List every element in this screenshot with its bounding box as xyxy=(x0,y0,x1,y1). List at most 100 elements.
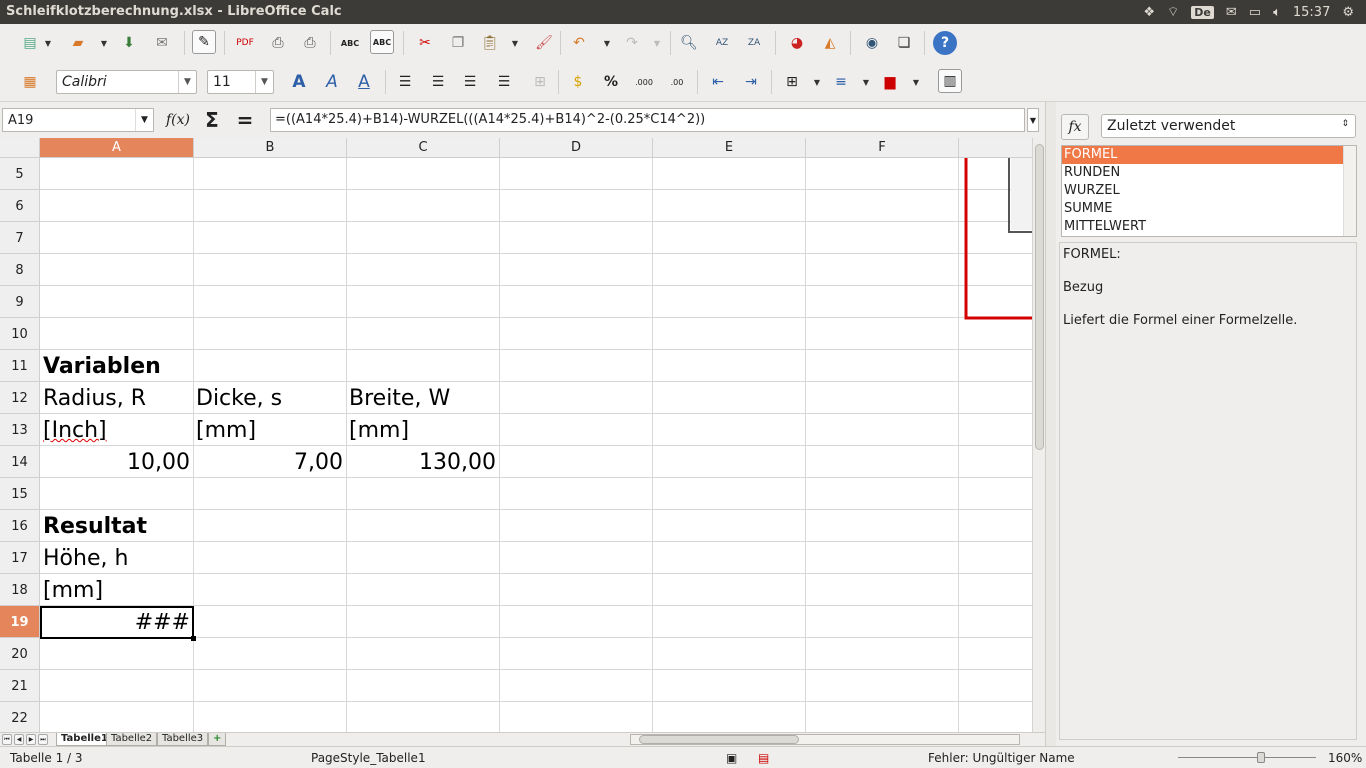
cell-a17[interactable]: Höhe, h xyxy=(40,542,131,574)
number-format-icon[interactable]: .000 xyxy=(632,70,656,94)
find-replace-icon[interactable]: 🔍︎ xyxy=(677,31,701,55)
sum-icon[interactable]: Σ xyxy=(200,108,224,132)
cell-b14[interactable]: 7,00 xyxy=(193,446,346,478)
document-modified-icon[interactable]: ▤ xyxy=(758,751,769,765)
clone-formatting-icon[interactable]: 🖌︎ xyxy=(532,31,556,55)
font-name-combobox[interactable]: Calibri ▼ xyxy=(56,70,197,94)
copy-icon[interactable]: ❐ xyxy=(446,31,470,55)
function-list-item[interactable]: SUMME xyxy=(1062,200,1356,218)
new-dropdown-icon[interactable]: ▼ xyxy=(44,31,52,55)
insert-function-button[interactable]: fx xyxy=(1061,114,1089,140)
undo-icon[interactable]: ↶ xyxy=(567,31,591,55)
line-style-icon[interactable]: ≡ xyxy=(829,70,853,94)
row-header[interactable]: 14 xyxy=(0,446,40,478)
help-icon[interactable]: ? xyxy=(933,31,957,55)
paste-icon[interactable]: 📋︎ xyxy=(478,31,502,55)
last-sheet-icon[interactable]: ⏭ xyxy=(38,734,48,745)
row-header[interactable]: 15 xyxy=(0,478,40,510)
sheet-tab[interactable]: Tabelle1 xyxy=(56,733,113,746)
borders-dropdown-icon[interactable]: ▼ xyxy=(813,70,821,94)
italic-icon[interactable]: A xyxy=(320,70,344,94)
cell-b13[interactable]: [mm] xyxy=(193,414,259,446)
cell-a14[interactable]: 10,00 xyxy=(40,446,193,478)
wifi-icon[interactable]: ⌔ xyxy=(1167,4,1179,20)
sheet-tab[interactable]: Tabelle2 xyxy=(106,733,158,746)
add-decimal-icon[interactable]: .00 xyxy=(665,70,689,94)
bold-icon[interactable]: A xyxy=(287,70,311,94)
select-all-corner[interactable] xyxy=(0,138,40,158)
row-header[interactable]: 20 xyxy=(0,638,40,670)
styles-icon[interactable]: ▦ xyxy=(18,70,42,94)
export-pdf-icon[interactable]: PDF xyxy=(233,31,257,55)
horizontal-scrollbar[interactable] xyxy=(630,734,1020,745)
page-style[interactable]: PageStyle_Tabelle1 xyxy=(311,751,426,765)
column-header-f[interactable]: F xyxy=(806,138,959,158)
keyboard-layout-indicator[interactable]: De xyxy=(1191,5,1214,19)
email-icon[interactable]: ✉ xyxy=(150,31,174,55)
decrease-indent-icon[interactable]: ⇤ xyxy=(706,70,730,94)
justify-icon[interactable]: ☰ xyxy=(492,70,516,94)
increase-indent-icon[interactable]: ⇥ xyxy=(739,70,763,94)
mail-icon[interactable]: ✉ xyxy=(1226,5,1237,20)
sheet-tab[interactable]: Tabelle3 xyxy=(157,733,209,746)
vertical-scrollbar[interactable] xyxy=(1032,138,1045,732)
row-header[interactable]: 22 xyxy=(0,702,40,732)
gallery-icon[interactable]: ❏ xyxy=(892,31,916,55)
cell-b12[interactable]: Dicke, s xyxy=(193,382,285,414)
row-header[interactable]: 21 xyxy=(0,670,40,702)
function-list-item[interactable]: FORMEL xyxy=(1062,146,1356,164)
column-header-d[interactable]: D xyxy=(500,138,653,158)
sort-descending-icon[interactable]: ZA xyxy=(742,31,766,55)
row-header[interactable]: 12 xyxy=(0,382,40,414)
insert-chart-icon[interactable]: ◕ xyxy=(785,31,809,55)
zoom-slider[interactable] xyxy=(1178,757,1316,758)
zoom-level[interactable]: 160% xyxy=(1328,751,1362,765)
formula-input[interactable]: =((A14*25.4)+B14)-WURZEL(((A14*25.4)+B14… xyxy=(270,108,1025,132)
chevron-down-icon[interactable]: ▼ xyxy=(255,71,273,93)
row-header[interactable]: 9 xyxy=(0,286,40,318)
cell-a18[interactable]: [mm] xyxy=(40,574,106,606)
align-center-icon[interactable]: ☰ xyxy=(426,70,450,94)
sidebar-splitter[interactable] xyxy=(1046,102,1056,746)
cell-c13[interactable]: [mm] xyxy=(346,414,412,446)
align-left-icon[interactable]: ☰ xyxy=(393,70,417,94)
percent-format-icon[interactable]: % xyxy=(599,70,623,94)
row-header[interactable]: 6 xyxy=(0,190,40,222)
toggle-grid-icon[interactable]: ▥ xyxy=(938,69,962,93)
first-sheet-icon[interactable]: ⏮ xyxy=(2,734,12,745)
cell-a13[interactable]: [Inch] xyxy=(40,414,110,446)
row-header[interactable]: 18 xyxy=(0,574,40,606)
new-document-icon[interactable]: ▤ xyxy=(18,31,42,55)
gear-icon[interactable]: ⚙ xyxy=(1342,5,1354,20)
edit-mode-icon[interactable]: ✎ xyxy=(192,30,216,54)
navigator-icon[interactable]: ◉ xyxy=(860,31,884,55)
battery-icon[interactable]: ▭ xyxy=(1249,5,1261,20)
background-color-icon[interactable]: ▆ xyxy=(878,70,902,94)
chevron-down-icon[interactable]: ▼ xyxy=(178,71,196,93)
redo-dropdown-icon[interactable]: ▼ xyxy=(653,31,661,55)
redo-icon[interactable]: ↷ xyxy=(620,31,644,55)
row-header[interactable]: 5 xyxy=(0,158,40,190)
line-style-dropdown-icon[interactable]: ▼ xyxy=(862,70,870,94)
previous-sheet-icon[interactable]: ◀ xyxy=(14,734,24,745)
cut-icon[interactable]: ✂ xyxy=(413,31,437,55)
draw-functions-icon[interactable]: ◭ xyxy=(818,31,842,55)
column-header-c[interactable]: C xyxy=(347,138,500,158)
row-header-selected[interactable]: 19 xyxy=(0,606,40,638)
zoom-slider-thumb[interactable] xyxy=(1257,752,1265,763)
insert-mode-icon[interactable]: ▣ xyxy=(726,751,737,765)
expand-formula-icon[interactable]: ▼ xyxy=(1027,108,1039,132)
next-sheet-icon[interactable]: ▶ xyxy=(26,734,36,745)
spellcheck-icon[interactable]: ABC xyxy=(338,31,362,55)
equals-icon[interactable]: = xyxy=(233,108,257,132)
function-list-item[interactable]: WURZEL xyxy=(1062,182,1356,200)
row-header[interactable]: 10 xyxy=(0,318,40,350)
paste-dropdown-icon[interactable]: ▼ xyxy=(511,31,519,55)
chevron-down-icon[interactable]: ▼ xyxy=(135,109,153,131)
cell-a16[interactable]: Resultat xyxy=(40,510,150,542)
volume-icon[interactable]: 🔈︎ xyxy=(1273,5,1281,20)
open-folder-icon[interactable]: ▰ xyxy=(66,31,90,55)
embedded-chart-object[interactable] xyxy=(963,158,1032,321)
spreadsheet-grid[interactable]: A B C D E F 5 6 7 8 9 10 11 12 13 14 15 … xyxy=(0,138,1032,732)
dropbox-icon[interactable]: ❖ xyxy=(1143,5,1155,20)
